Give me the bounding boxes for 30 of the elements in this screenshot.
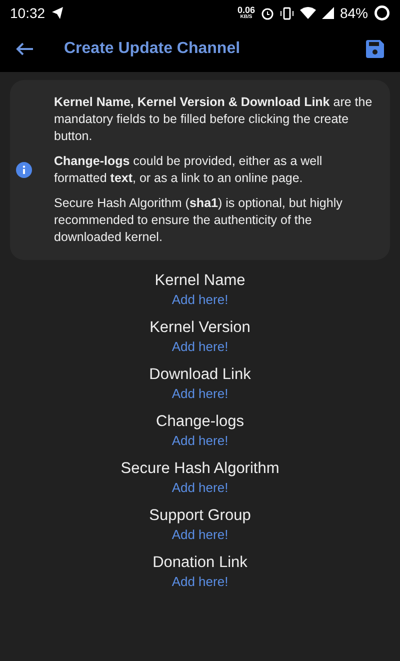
save-icon[interactable] (366, 40, 384, 58)
send-icon (51, 7, 64, 19)
signal-icon (322, 7, 334, 19)
info-paragraph: Kernel Name, Kernel Version & Download Link are the mandatory fields to be filled before clicking the create button. (54, 94, 374, 145)
field-label: Change-logs (156, 413, 244, 431)
field-label: Donation Link (152, 554, 248, 572)
battery-level: 84% (340, 5, 368, 21)
network-speed: 0.06 (237, 6, 255, 15)
field-label: Support Group (149, 507, 251, 525)
clock-time: 10:32 (10, 5, 46, 21)
field-label: Kernel Version (150, 319, 250, 337)
field-label: Secure Hash Algorithm (120, 460, 280, 478)
input-field[interactable]: Add here! (140, 525, 260, 544)
input-field[interactable]: Add here! (140, 384, 260, 403)
back-icon[interactable] (16, 42, 34, 56)
info-paragraph: Change-logs could be provided, either as a well formatted text, or as a link to an online page. (54, 153, 324, 187)
alarm-icon (260, 6, 274, 20)
info-icon (16, 162, 32, 178)
battery-icon (374, 5, 390, 21)
screen-title: Create Update Channel (64, 40, 242, 58)
field-label: Download Link (149, 366, 251, 384)
wifi-icon (300, 7, 316, 19)
input-field[interactable]: Add here! (140, 337, 260, 356)
input-field[interactable]: Add here! (140, 478, 260, 497)
info-paragraph: Secure Hash Algorithm (sha1) is optional, but highly recommended to ensure the authenticity of the downloaded kernel. (54, 195, 344, 246)
field-label: Kernel Name (154, 272, 246, 290)
input-field[interactable]: Add here! (140, 572, 260, 591)
input-field[interactable]: Add here! (140, 290, 260, 309)
vibrate-icon (280, 6, 294, 20)
input-field[interactable]: Add here! (140, 431, 260, 450)
